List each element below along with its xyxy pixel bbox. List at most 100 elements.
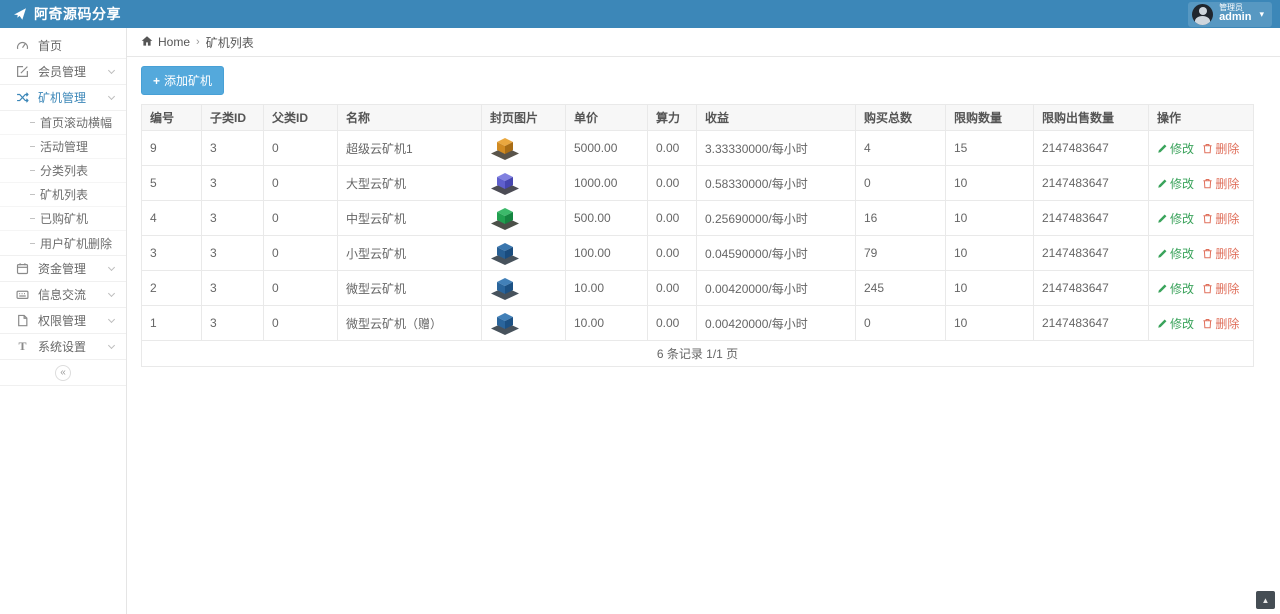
cell-name: 超级云矿机1 [337, 130, 482, 166]
pencil-icon [1158, 179, 1167, 188]
avatar [1192, 3, 1214, 25]
breadcrumb-home-link[interactable]: Home [141, 35, 190, 50]
cell-limit-buy: 10 [945, 305, 1034, 341]
cell-image [481, 270, 566, 306]
edit-label: 修改 [1170, 141, 1195, 156]
cell-image [481, 200, 566, 236]
cell-bought: 79 [855, 235, 946, 271]
sidebar-item-label: 权限管理 [38, 314, 87, 328]
cell-bought: 4 [855, 130, 946, 166]
miner-image [491, 208, 519, 230]
cell-power: 0.00 [647, 305, 697, 341]
sidebar-item-permissions[interactable]: 权限管理 [0, 308, 126, 334]
cell-bought: 0 [855, 305, 946, 341]
edit-link[interactable]: 修改 [1157, 280, 1194, 297]
sidebar-subitem-purchased[interactable]: 已购矿机 [0, 207, 126, 231]
delete-label: 删除 [1215, 141, 1240, 156]
trash-icon [1203, 248, 1212, 258]
cell-limit-sell: 2147483647 [1033, 200, 1149, 236]
edit-label: 修改 [1170, 246, 1195, 261]
cell-limit-buy: 15 [945, 130, 1034, 166]
back-to-top-button[interactable]: ▲ [1256, 591, 1275, 609]
miner-table: 编号 子类ID 父类ID 名称 封页图片 单价 算力 收益 购买总数 限购数量 … [141, 104, 1254, 367]
delete-label: 删除 [1215, 211, 1240, 226]
cell-bought: 245 [855, 270, 946, 306]
add-miner-button[interactable]: + 添加矿机 [141, 66, 225, 95]
subitem-label: 首页滚动横幅 [40, 116, 113, 130]
cell-income: 0.00420000/每小时 [696, 305, 856, 341]
sidebar-subitem-activity[interactable]: 活动管理 [0, 135, 126, 159]
sidebar-item-messages[interactable]: 信息交流 [0, 282, 126, 308]
brand-title: 阿奇源码分享 [34, 6, 121, 22]
chevron-down-icon [107, 289, 116, 297]
cell-power: 0.00 [647, 130, 697, 166]
cell-price: 1000.00 [565, 165, 648, 201]
cell-income: 0.58330000/每小时 [696, 165, 856, 201]
cell-parent-id: 0 [263, 235, 338, 271]
delete-link[interactable]: 删除 [1202, 140, 1239, 157]
sidebar-item-miners[interactable]: 矿机管理 [0, 85, 126, 111]
user-menu[interactable]: 管理员 admin ▾ [1188, 1, 1272, 27]
trash-icon [1203, 178, 1212, 188]
cell-name: 微型云矿机 [337, 270, 482, 306]
pencil-icon [1158, 249, 1167, 258]
delete-link[interactable]: 删除 [1202, 210, 1239, 227]
cell-limit-buy: 10 [945, 200, 1034, 236]
column-header: 编号 [141, 104, 202, 131]
delete-link[interactable]: 删除 [1202, 175, 1239, 192]
delete-link[interactable]: 删除 [1202, 315, 1239, 332]
trash-icon [1203, 283, 1212, 293]
pencil-icon [1158, 284, 1167, 293]
chevron-down-icon [107, 92, 116, 100]
cell-parent-id: 0 [263, 165, 338, 201]
delete-label: 删除 [1215, 176, 1240, 191]
sidebar-item-label: 矿机管理 [38, 91, 87, 105]
sidebar-submenu: 首页滚动横幅 活动管理 分类列表 矿机列表 已购矿机 用户矿机删除 [0, 111, 126, 256]
cell-parent-id: 0 [263, 305, 338, 341]
subitem-label: 活动管理 [40, 140, 89, 154]
cell-limit-buy: 10 [945, 270, 1034, 306]
cell-price: 10.00 [565, 270, 648, 306]
pencil-icon [1158, 214, 1167, 223]
table-header-row: 编号 子类ID 父类ID 名称 封页图片 单价 算力 收益 购买总数 限购数量 … [141, 104, 1254, 131]
sidebar-subitem-miner-list[interactable]: 矿机列表 [0, 183, 126, 207]
breadcrumb: Home › 矿机列表 [127, 28, 1280, 57]
cell-income: 3.33330000/每小时 [696, 130, 856, 166]
sidebar-subitem-user-miner-delete[interactable]: 用户矿机删除 [0, 231, 126, 255]
edit-link[interactable]: 修改 [1157, 175, 1194, 192]
sidebar-item-home[interactable]: 首页 [0, 33, 126, 59]
cell-sub-id: 3 [201, 270, 264, 306]
sidebar-item-members[interactable]: 会员管理 [0, 59, 126, 85]
cell-actions: 修改 删除 [1148, 235, 1254, 271]
edit-link[interactable]: 修改 [1157, 210, 1194, 227]
column-header: 算力 [647, 104, 697, 131]
sidebar-item-label: 系统设置 [38, 340, 87, 354]
edit-link[interactable]: 修改 [1157, 245, 1194, 262]
cell-limit-buy: 10 [945, 165, 1034, 201]
page-body: + 添加矿机 编号 子类ID 父类ID 名称 封页图片 单价 算力 收益 购买总… [127, 57, 1280, 376]
chevron-down-icon [107, 315, 116, 323]
sidebar-item-settings[interactable]: T 系统设置 [0, 334, 126, 360]
delete-link[interactable]: 删除 [1202, 280, 1239, 297]
delete-label: 删除 [1215, 281, 1240, 296]
cell-sub-id: 3 [201, 305, 264, 341]
cell-name: 微型云矿机（赠） [337, 305, 482, 341]
sidebar-collapse-button[interactable]: « [55, 364, 71, 381]
delete-link[interactable]: 删除 [1202, 245, 1239, 262]
brand[interactable]: 阿奇源码分享 [13, 4, 121, 24]
column-header: 封页图片 [481, 104, 566, 131]
sidebar-item-label: 资金管理 [38, 262, 87, 276]
sidebar-subitem-banner[interactable]: 首页滚动横幅 [0, 111, 126, 135]
subitem-label: 用户矿机删除 [40, 236, 113, 251]
sidebar-item-label: 会员管理 [38, 65, 87, 79]
trash-icon [1203, 318, 1212, 328]
sidebar-subitem-categories[interactable]: 分类列表 [0, 159, 126, 183]
table-row: 9 3 0 超级云矿机1 5000.00 0.00 3.33330000/每小时… [141, 130, 1254, 166]
edit-link[interactable]: 修改 [1157, 315, 1194, 332]
cell-name: 中型云矿机 [337, 200, 482, 236]
column-header: 操作 [1148, 104, 1254, 131]
dash-icon [30, 122, 35, 123]
sidebar-item-funds[interactable]: 资金管理 [0, 256, 126, 282]
edit-link[interactable]: 修改 [1157, 140, 1194, 157]
cell-power: 0.00 [647, 270, 697, 306]
